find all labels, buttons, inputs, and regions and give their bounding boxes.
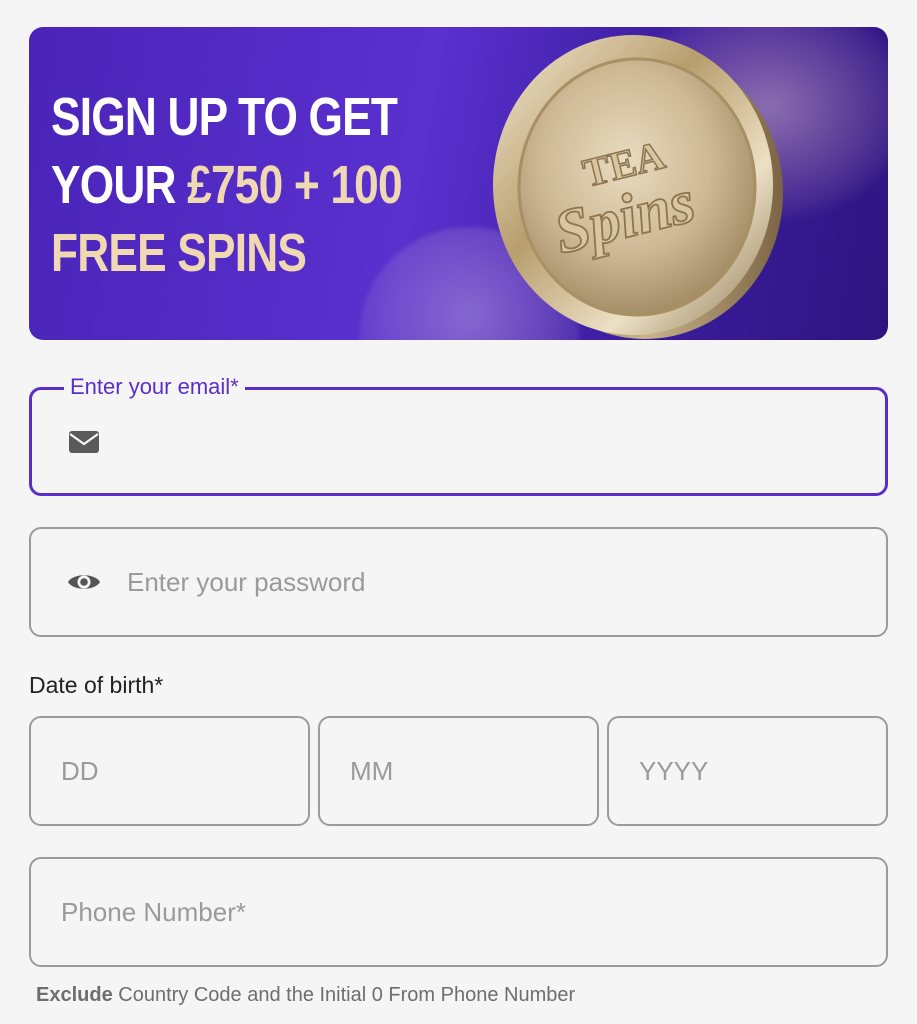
envelope-icon bbox=[69, 430, 99, 453]
phone-field[interactable] bbox=[29, 857, 888, 967]
dob-month-input[interactable] bbox=[350, 718, 577, 824]
dob-year-input[interactable] bbox=[639, 718, 866, 824]
dob-day-input[interactable] bbox=[61, 718, 288, 824]
promo-bonus-amount: £750 + 100 bbox=[187, 155, 402, 215]
email-field[interactable]: Enter your email* bbox=[29, 373, 888, 496]
password-input[interactable] bbox=[127, 529, 866, 635]
dob-year-field[interactable] bbox=[607, 716, 888, 826]
date-of-birth-label: Date of birth* bbox=[29, 672, 164, 698]
dob-day-field[interactable] bbox=[29, 716, 310, 826]
promo-headline: SIGN UP TO GET YOUR £750 + 100 FREE SPIN… bbox=[51, 83, 403, 287]
dob-month-field[interactable] bbox=[318, 716, 599, 826]
phone-hint-bold: Exclude bbox=[36, 984, 113, 1006]
phone-hint-text: Country Code and the Initial 0 From Phon… bbox=[112, 984, 576, 1006]
phone-input[interactable] bbox=[61, 859, 866, 965]
promo-line-3: FREE SPINS bbox=[51, 223, 307, 283]
promo-line-2-prefix: YOUR bbox=[51, 155, 188, 215]
signup-page: SIGN UP TO GET YOUR £750 + 100 FREE SPIN… bbox=[0, 0, 917, 1024]
promo-line-1: SIGN UP TO GET bbox=[51, 87, 398, 147]
tea-spins-coin-logo: TEA Spins bbox=[493, 35, 783, 339]
promo-banner: SIGN UP TO GET YOUR £750 + 100 FREE SPIN… bbox=[29, 27, 888, 340]
eye-icon[interactable] bbox=[67, 569, 101, 595]
email-input[interactable] bbox=[128, 390, 865, 493]
phone-hint: Exclude Country Code and the Initial 0 F… bbox=[36, 982, 575, 1008]
password-field[interactable] bbox=[29, 527, 888, 637]
